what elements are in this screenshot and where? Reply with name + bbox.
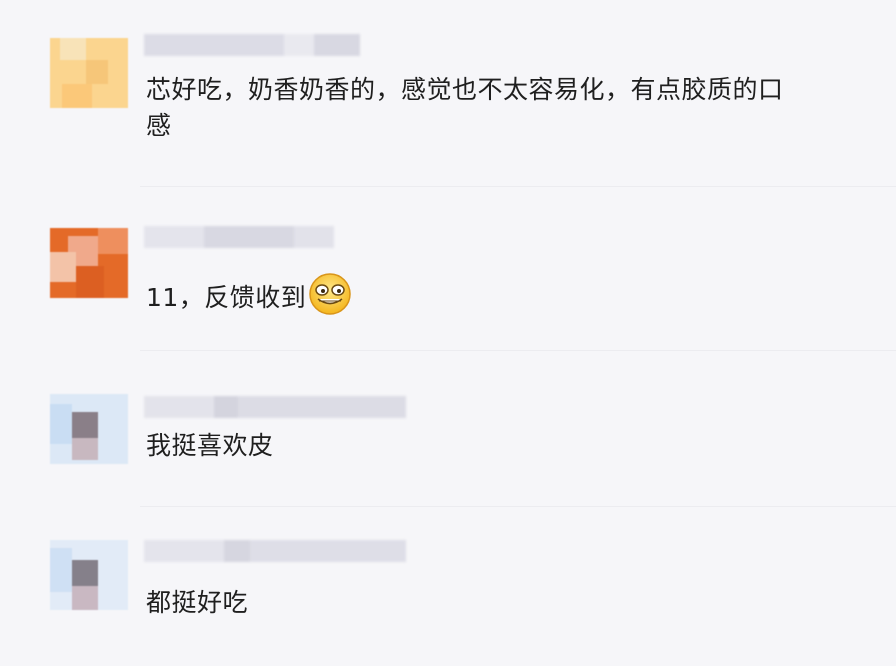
comment-text-line: 感 xyxy=(146,111,172,140)
comment-list: 芯好吃，奶香奶香的，感觉也不太容易化，有点胶质的口 感 11，反馈收到 我挺喜欢… xyxy=(0,0,896,666)
divider xyxy=(140,186,896,187)
comment-text: 芯好吃，奶香奶香的，感觉也不太容易化，有点胶质的口 感 xyxy=(146,72,784,144)
username-blurred[interactable] xyxy=(144,396,406,418)
comment-text-content: 我挺喜欢皮 xyxy=(146,431,274,460)
avatar[interactable] xyxy=(50,394,128,464)
comment-text: 我挺喜欢皮 xyxy=(146,428,274,464)
avatar[interactable] xyxy=(50,228,128,298)
username-blurred[interactable] xyxy=(144,34,360,56)
divider xyxy=(140,350,896,351)
username-blurred[interactable] xyxy=(144,226,334,248)
comment-text: 都挺好吃 xyxy=(146,585,248,621)
comment-text-content: 11，反馈收到 xyxy=(146,283,307,312)
avatar[interactable] xyxy=(50,38,128,108)
comment-text: 11，反馈收到 xyxy=(146,272,352,316)
comment-text-content: 都挺好吃 xyxy=(146,588,249,617)
grinning-face-emoji-icon xyxy=(308,272,352,316)
username-blurred[interactable] xyxy=(144,540,406,562)
divider xyxy=(140,506,896,507)
avatar[interactable] xyxy=(50,540,128,610)
comment-text-line: 芯好吃，奶香奶香的，感觉也不太容易化，有点胶质的口 xyxy=(146,75,784,104)
